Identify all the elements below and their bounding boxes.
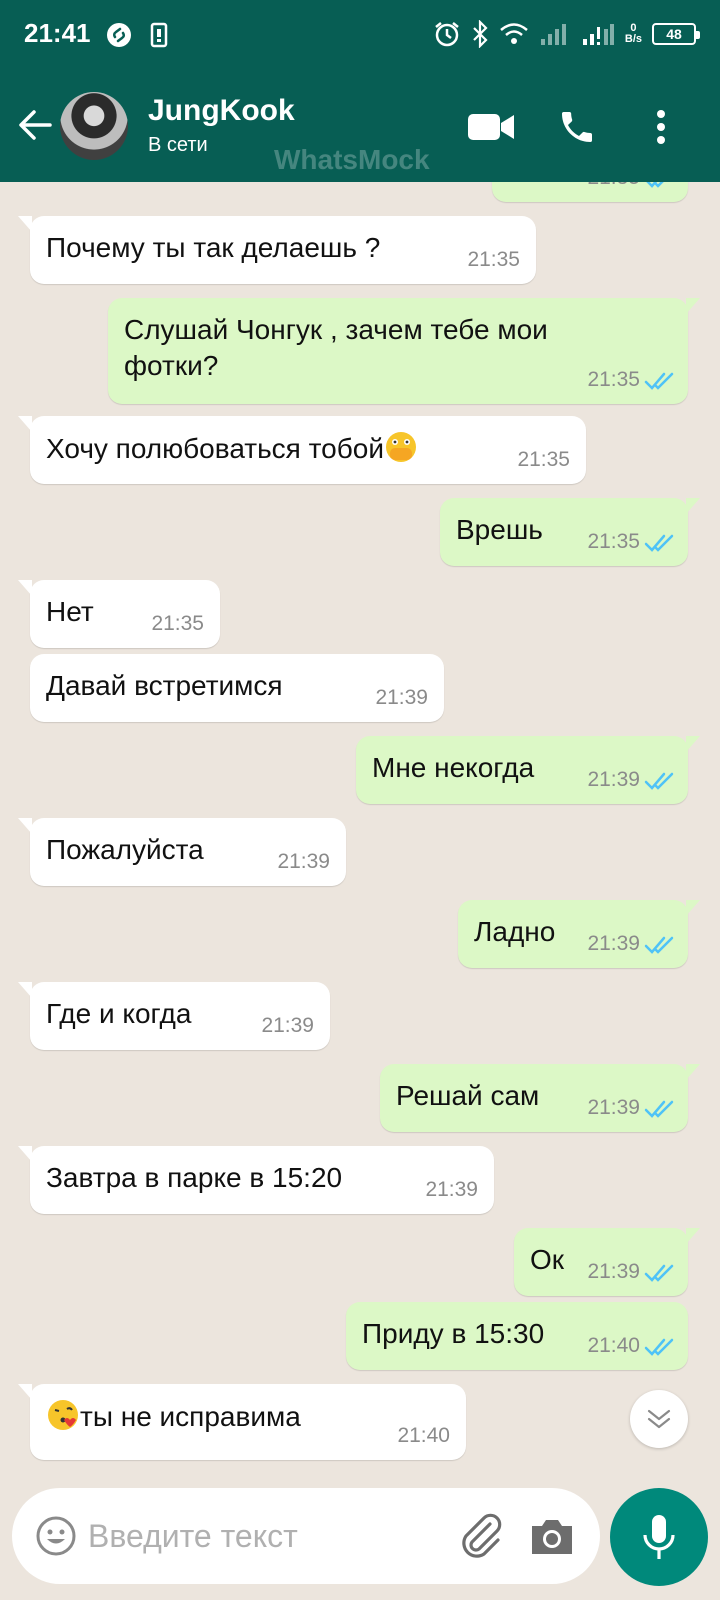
message-outgoing[interactable]: Мне некогда 21:39 (356, 736, 700, 804)
contact-status: В сети (148, 134, 208, 156)
signal-1-icon (540, 24, 566, 45)
watermark: WhatsMock (274, 144, 430, 175)
message-input-bar (12, 1488, 600, 1584)
double-check-icon (644, 1264, 674, 1282)
phone-icon (562, 112, 592, 142)
double-check-icon (646, 182, 664, 188)
message-input[interactable] (88, 1514, 428, 1558)
more-options-button[interactable] (636, 102, 686, 152)
message-outgoing[interactable]: Ладно 21:39 (458, 900, 700, 968)
double-check-icon (644, 772, 674, 790)
chat-area[interactable]: 21:35 Почему ты так делаешь ? 21:35 Слуш… (0, 182, 720, 1472)
shazam-icon (107, 23, 131, 47)
status-time: 21:41 (24, 18, 91, 48)
voice-call-button[interactable] (552, 102, 602, 152)
microphone-icon (643, 1515, 675, 1559)
double-check-icon (644, 1100, 674, 1118)
status-bar: 21:41 0 B/s 48 (0, 0, 720, 72)
smiley-icon[interactable] (34, 1514, 78, 1558)
paperclip-icon[interactable] (456, 1510, 506, 1560)
message-incoming[interactable]: ты не исправима 21:40 (18, 1384, 466, 1460)
message-outgoing[interactable]: Решай сам 21:39 (380, 1064, 700, 1132)
message-outgoing[interactable]: Слушай Чонгук , зачем тебе мои фотки? 21… (108, 298, 700, 404)
message-incoming[interactable]: Пожалуйста 21:39 (18, 818, 346, 886)
voice-record-button[interactable] (610, 1488, 708, 1586)
face-hand-over-mouth-icon (385, 432, 416, 462)
message-incoming[interactable]: Завтра в парке в 15:20 21:39 (18, 1146, 494, 1214)
face-blowing-kiss-icon (48, 1400, 78, 1430)
contact-name[interactable]: JungKook (148, 94, 295, 128)
sim-notification-icon (150, 22, 168, 48)
chevron-double-down-icon (647, 1409, 671, 1429)
camera-icon[interactable] (528, 1512, 576, 1560)
double-check-icon (644, 936, 674, 954)
message-incoming[interactable]: Хочу полюбоваться тобой 21:35 (18, 416, 586, 484)
battery-level: 48 (666, 26, 682, 42)
more-vertical-icon (657, 110, 665, 144)
message-incoming[interactable]: Где и когда 21:39 (18, 982, 330, 1050)
double-check-icon (644, 372, 674, 390)
signal-2-icon (582, 24, 614, 45)
message-outgoing[interactable]: Врешь 21:35 (440, 498, 700, 566)
network-speed: 0 B/s (624, 22, 642, 45)
video-call-button[interactable] (466, 102, 516, 152)
message-outgoing[interactable]: 21:35 (492, 182, 688, 202)
scroll-to-bottom-button[interactable] (630, 1390, 688, 1448)
wifi-icon (500, 23, 528, 44)
bluetooth-icon (473, 20, 488, 48)
message-incoming[interactable]: Нет 21:35 (18, 580, 220, 648)
double-check-icon (644, 534, 674, 552)
battery-icon: 48 (652, 23, 700, 45)
message-outgoing[interactable]: Ок 21:39 (514, 1228, 700, 1296)
message-incoming[interactable]: Почему ты так делаешь ? 21:35 (18, 216, 536, 284)
arrow-left-icon[interactable] (16, 106, 54, 144)
double-check-icon (644, 1338, 674, 1356)
alarm-icon (435, 22, 459, 47)
chat-header: JungKook В сети WhatsMock (0, 72, 720, 182)
message-incoming[interactable]: Давай встретимся 21:39 (30, 654, 444, 722)
avatar[interactable] (60, 92, 128, 160)
message-outgoing[interactable]: Приду в 15:30 21:40 (346, 1302, 688, 1370)
video-camera-icon (468, 114, 514, 140)
